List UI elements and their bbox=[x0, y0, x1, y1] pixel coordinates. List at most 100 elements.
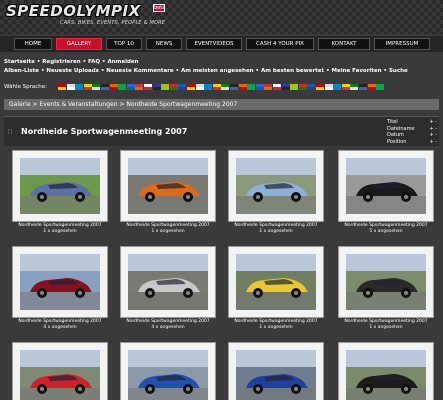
thumbnail[interactable]: Nordheide Sportwagenmeeting 2007 1 x ange… bbox=[338, 246, 434, 331]
language-flag[interactable] bbox=[126, 84, 135, 90]
link-anmelden[interactable]: Anmelden bbox=[107, 59, 138, 65]
thumbnail-frame[interactable] bbox=[12, 150, 108, 222]
language-flag[interactable] bbox=[204, 84, 213, 90]
sort-position[interactable]: Position + - bbox=[387, 139, 439, 146]
car-shape bbox=[128, 182, 208, 214]
language-flag[interactable] bbox=[298, 84, 307, 90]
sort-title[interactable]: Titel + - bbox=[387, 119, 439, 126]
sort-filename[interactable]: Dateiname + - bbox=[387, 126, 439, 133]
nav-impressum[interactable]: Impressum bbox=[374, 38, 430, 50]
thumbnail-frame[interactable] bbox=[228, 342, 324, 400]
thumbnail[interactable] bbox=[120, 342, 216, 400]
language-flag[interactable] bbox=[350, 84, 359, 90]
car-photo[interactable] bbox=[236, 158, 316, 214]
nav-cash4pix[interactable]: Cash 4 your Pix bbox=[246, 38, 314, 50]
thumbnail-frame[interactable] bbox=[228, 150, 324, 222]
thumbnail-frame[interactable] bbox=[228, 246, 324, 318]
link-faq[interactable]: FAQ bbox=[88, 59, 100, 65]
car-photo[interactable] bbox=[20, 350, 100, 400]
language-flag[interactable] bbox=[221, 84, 230, 90]
language-flag[interactable] bbox=[161, 84, 170, 90]
car-photo[interactable] bbox=[20, 158, 100, 214]
thumbnail-frame[interactable] bbox=[338, 246, 434, 318]
language-flag[interactable] bbox=[109, 84, 118, 90]
nav-home[interactable]: Home bbox=[14, 38, 52, 50]
link-best-bewertet[interactable]: Am besten bewertet bbox=[261, 68, 324, 74]
thumbnail[interactable]: Nordheide Sportwagenmeeting 2007 4 x ange… bbox=[120, 246, 216, 331]
thumbnail-frame[interactable] bbox=[120, 342, 216, 400]
link-startseite[interactable]: Startseite bbox=[4, 59, 35, 65]
language-flag[interactable] bbox=[341, 84, 350, 90]
thumbnail[interactable]: Nordheide Sportwagenmeeting 2007 1 x ange… bbox=[228, 246, 324, 331]
language-flag[interactable] bbox=[66, 84, 75, 90]
link-meist-angesehen[interactable]: Am meisten angesehen bbox=[181, 68, 254, 74]
thumbnail[interactable]: Nordheide Sportwagenmeeting 2007 5 x ange… bbox=[338, 150, 434, 235]
sort-date[interactable]: Datum + - bbox=[387, 132, 439, 139]
thumbnail[interactable] bbox=[338, 342, 434, 400]
car-photo[interactable] bbox=[128, 254, 208, 310]
link-suche[interactable]: Suche bbox=[389, 68, 408, 74]
language-flag[interactable] bbox=[212, 84, 221, 90]
link-neueste-uploads[interactable]: Neueste Uploads bbox=[46, 68, 99, 74]
language-flag[interactable] bbox=[255, 84, 264, 90]
language-flag[interactable] bbox=[195, 84, 204, 90]
car-photo[interactable] bbox=[236, 350, 316, 400]
thumbnail-frame[interactable] bbox=[338, 150, 434, 222]
language-flag[interactable] bbox=[273, 84, 281, 90]
language-flag[interactable] bbox=[307, 84, 316, 90]
language-flag[interactable] bbox=[333, 84, 342, 90]
link-neueste-kommentare[interactable]: Neueste Kommentare bbox=[106, 68, 173, 74]
link-favoriten[interactable]: Meine Favoriten bbox=[332, 68, 382, 74]
thumbnail-frame[interactable] bbox=[120, 246, 216, 318]
thumbnail[interactable]: Nordheide Sportwagenmeeting 2007 1 x ange… bbox=[228, 150, 324, 235]
language-flag[interactable] bbox=[281, 84, 290, 90]
language-flag[interactable] bbox=[264, 84, 273, 90]
thumbnail-frame[interactable] bbox=[338, 342, 434, 400]
car-photo[interactable] bbox=[346, 350, 426, 400]
language-flag[interactable] bbox=[75, 84, 84, 90]
car-photo[interactable] bbox=[20, 254, 100, 310]
thumbnail-frame[interactable] bbox=[120, 150, 216, 222]
car-photo[interactable] bbox=[236, 254, 316, 310]
language-flag[interactable] bbox=[367, 84, 376, 90]
language-flag[interactable] bbox=[169, 84, 178, 90]
language-flag[interactable] bbox=[359, 84, 367, 90]
language-flag[interactable] bbox=[238, 84, 247, 90]
nav-top10[interactable]: Top 10 bbox=[106, 38, 142, 50]
language-flag[interactable] bbox=[101, 84, 109, 90]
thumbnail[interactable] bbox=[228, 342, 324, 400]
language-flag[interactable] bbox=[83, 84, 92, 90]
thumbnail[interactable] bbox=[12, 342, 108, 400]
car-photo[interactable] bbox=[346, 158, 426, 214]
language-flag[interactable] bbox=[58, 84, 66, 90]
link-alben-liste[interactable]: Alben-Liste bbox=[4, 68, 39, 74]
thumbnail[interactable]: Nordheide Sportwagenmeeting 2007 1 x ange… bbox=[12, 150, 108, 235]
car-photo[interactable] bbox=[128, 350, 208, 400]
car-photo[interactable] bbox=[128, 158, 208, 214]
language-flag[interactable] bbox=[178, 84, 187, 90]
site-logo[interactable]: SPEEDOLYMPIX bbox=[6, 2, 141, 20]
thumbnail-frame[interactable] bbox=[12, 246, 108, 318]
language-flag[interactable] bbox=[316, 84, 324, 90]
thumbnail[interactable]: Nordheide Sportwagenmeeting 2007 1 x ange… bbox=[120, 150, 216, 235]
language-flag[interactable] bbox=[187, 84, 195, 90]
nav-eventvideos[interactable]: Eventvideos bbox=[186, 38, 242, 50]
car-photo[interactable] bbox=[346, 254, 426, 310]
language-flag[interactable] bbox=[152, 84, 161, 90]
thumbnail-frame[interactable] bbox=[12, 342, 108, 400]
thumbnail[interactable]: Nordheide Sportwagenmeeting 2007 4 x ange… bbox=[12, 246, 108, 331]
nav-kontakt[interactable]: Kontakt bbox=[318, 38, 370, 50]
language-flag[interactable] bbox=[230, 84, 238, 90]
language-flag[interactable] bbox=[324, 84, 333, 90]
language-flag[interactable] bbox=[376, 84, 385, 90]
nav-news[interactable]: News bbox=[146, 38, 182, 50]
language-flag[interactable] bbox=[135, 84, 144, 90]
language-flag[interactable] bbox=[247, 84, 256, 90]
language-flag[interactable] bbox=[92, 84, 101, 90]
nav-gallery[interactable]: Gallery bbox=[56, 38, 102, 50]
breadcrumb[interactable]: Galerie > Events & Veranstaltungen > Nor… bbox=[4, 99, 439, 110]
language-flag[interactable] bbox=[144, 84, 152, 90]
language-flag[interactable] bbox=[290, 84, 299, 90]
link-registrieren[interactable]: Registrieren bbox=[42, 59, 80, 65]
language-flag[interactable] bbox=[118, 84, 127, 90]
